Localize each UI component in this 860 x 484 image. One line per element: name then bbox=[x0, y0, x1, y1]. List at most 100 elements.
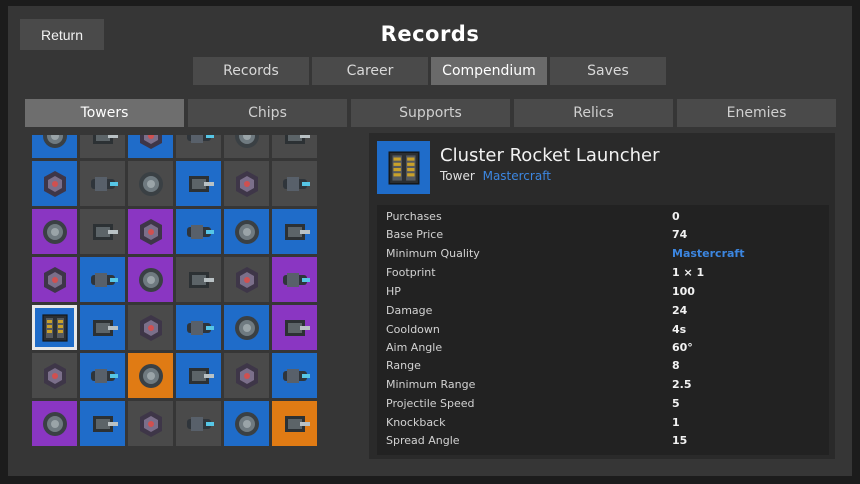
stat-value: 74 bbox=[672, 228, 688, 241]
tower-grid-scroll[interactable] bbox=[32, 135, 320, 455]
stat-label: Range bbox=[386, 359, 421, 372]
tower-cell[interactable] bbox=[224, 209, 269, 254]
orange-turret-icon bbox=[278, 359, 312, 393]
magenta-core-icon bbox=[38, 263, 72, 297]
tower-turret-icon bbox=[134, 135, 168, 153]
tower-cell[interactable] bbox=[272, 305, 317, 350]
tower-cell[interactable] bbox=[176, 305, 221, 350]
stat-value: 4s bbox=[672, 323, 687, 336]
stone-octagon-icon bbox=[278, 407, 312, 441]
tower-cell[interactable] bbox=[128, 135, 173, 158]
tab-chips[interactable]: Chips bbox=[188, 99, 347, 127]
tank-turret-icon bbox=[182, 167, 216, 201]
tower-cell[interactable] bbox=[224, 305, 269, 350]
drill-tower-icon bbox=[86, 311, 120, 345]
stat-row: Base Price 74 bbox=[386, 228, 826, 246]
tower-cell[interactable] bbox=[272, 257, 317, 302]
tab-supports[interactable]: Supports bbox=[351, 99, 510, 127]
green-jet-icon bbox=[230, 263, 264, 297]
tower-cell[interactable] bbox=[32, 401, 77, 446]
tab-career[interactable]: Career bbox=[312, 57, 428, 85]
tab-towers[interactable]: Towers bbox=[25, 99, 184, 127]
tab-saves[interactable]: Saves bbox=[550, 57, 666, 85]
tower-cell[interactable] bbox=[128, 305, 173, 350]
tower-cell[interactable] bbox=[176, 353, 221, 398]
tower-cell[interactable] bbox=[80, 401, 125, 446]
tower-cell[interactable] bbox=[224, 257, 269, 302]
octagon-plate-icon bbox=[182, 263, 216, 297]
crab-turret-icon bbox=[38, 215, 72, 249]
tower-cell[interactable] bbox=[80, 135, 125, 158]
tower-cell[interactable] bbox=[32, 353, 77, 398]
tab-compendium[interactable]: Compendium bbox=[431, 57, 547, 85]
tower-cell[interactable] bbox=[176, 209, 221, 254]
red-mech-icon bbox=[182, 359, 216, 393]
ring-cannon-icon bbox=[38, 167, 72, 201]
stat-row: Minimum Range 2.5 bbox=[386, 378, 826, 396]
small-block-icon bbox=[230, 359, 264, 393]
tower-kind: Tower bbox=[440, 169, 475, 183]
tower-cell[interactable] bbox=[176, 401, 221, 446]
cross-core-icon bbox=[230, 311, 264, 345]
tower-cell[interactable] bbox=[176, 257, 221, 302]
cluster-rocket-launcher-icon bbox=[377, 141, 430, 194]
cargo-tower-icon bbox=[86, 407, 120, 441]
tower-turret-icon bbox=[230, 135, 264, 153]
tower-cell[interactable] bbox=[272, 353, 317, 398]
star-ring-icon bbox=[278, 311, 312, 345]
tower-cell[interactable] bbox=[272, 135, 317, 158]
tower-cell[interactable] bbox=[128, 209, 173, 254]
tab-records[interactable]: Records bbox=[193, 57, 309, 85]
stat-label: Spread Angle bbox=[386, 434, 460, 447]
tower-cell[interactable] bbox=[32, 257, 77, 302]
blue-dome-icon bbox=[278, 215, 312, 249]
stat-label: HP bbox=[386, 285, 401, 298]
tower-detail-panel: Cluster Rocket Launcher Tower Mastercraf… bbox=[369, 133, 835, 459]
stat-label: Base Price bbox=[386, 228, 444, 241]
stat-value: 24 bbox=[672, 304, 688, 317]
tower-cell[interactable] bbox=[32, 209, 77, 254]
stat-value: 15 bbox=[672, 434, 688, 447]
stat-row: Projectile Speed 5 bbox=[386, 397, 826, 415]
tower-cell[interactable] bbox=[32, 135, 77, 158]
stat-row: Spread Angle 15 bbox=[386, 434, 826, 452]
violet-core-icon bbox=[134, 359, 168, 393]
stat-value: 5 bbox=[672, 397, 680, 410]
box-turret-icon bbox=[134, 311, 168, 345]
cluster-rocket-launcher-icon bbox=[38, 311, 72, 345]
stat-label: Damage bbox=[386, 304, 433, 317]
tower-cell[interactable] bbox=[272, 161, 317, 206]
tower-cell[interactable] bbox=[272, 401, 317, 446]
tab-enemies[interactable]: Enemies bbox=[677, 99, 836, 127]
heavy-cannon-icon bbox=[134, 215, 168, 249]
column-tower-icon bbox=[134, 407, 168, 441]
tower-cell[interactable] bbox=[80, 161, 125, 206]
tower-cell[interactable] bbox=[224, 161, 269, 206]
stat-label: Cooldown bbox=[386, 323, 440, 336]
stat-row: Aim Angle 60° bbox=[386, 341, 826, 359]
tower-cell[interactable] bbox=[32, 161, 77, 206]
tower-cell[interactable] bbox=[80, 305, 125, 350]
tower-cell[interactable] bbox=[176, 161, 221, 206]
tower-cell[interactable] bbox=[80, 209, 125, 254]
tower-cell[interactable] bbox=[32, 305, 77, 350]
tower-cell[interactable] bbox=[128, 161, 173, 206]
tower-cell[interactable] bbox=[176, 135, 221, 158]
tower-cell[interactable] bbox=[128, 353, 173, 398]
tower-quality: Mastercraft bbox=[482, 169, 551, 183]
octagon-gear-icon bbox=[230, 167, 264, 201]
tower-cell[interactable] bbox=[224, 353, 269, 398]
stat-label: Footprint bbox=[386, 266, 436, 279]
tower-cell[interactable] bbox=[80, 257, 125, 302]
tower-cell[interactable] bbox=[80, 353, 125, 398]
tower-cell[interactable] bbox=[224, 135, 269, 158]
tower-cell[interactable] bbox=[128, 257, 173, 302]
tower-turret-icon bbox=[182, 135, 216, 153]
tower-cell[interactable] bbox=[128, 401, 173, 446]
tower-cell[interactable] bbox=[224, 401, 269, 446]
tower-name: Cluster Rocket Launcher bbox=[440, 145, 660, 166]
tower-cell[interactable] bbox=[272, 209, 317, 254]
stat-label: Knockback bbox=[386, 416, 446, 429]
stat-value: 60° bbox=[672, 341, 693, 354]
tab-relics[interactable]: Relics bbox=[514, 99, 673, 127]
